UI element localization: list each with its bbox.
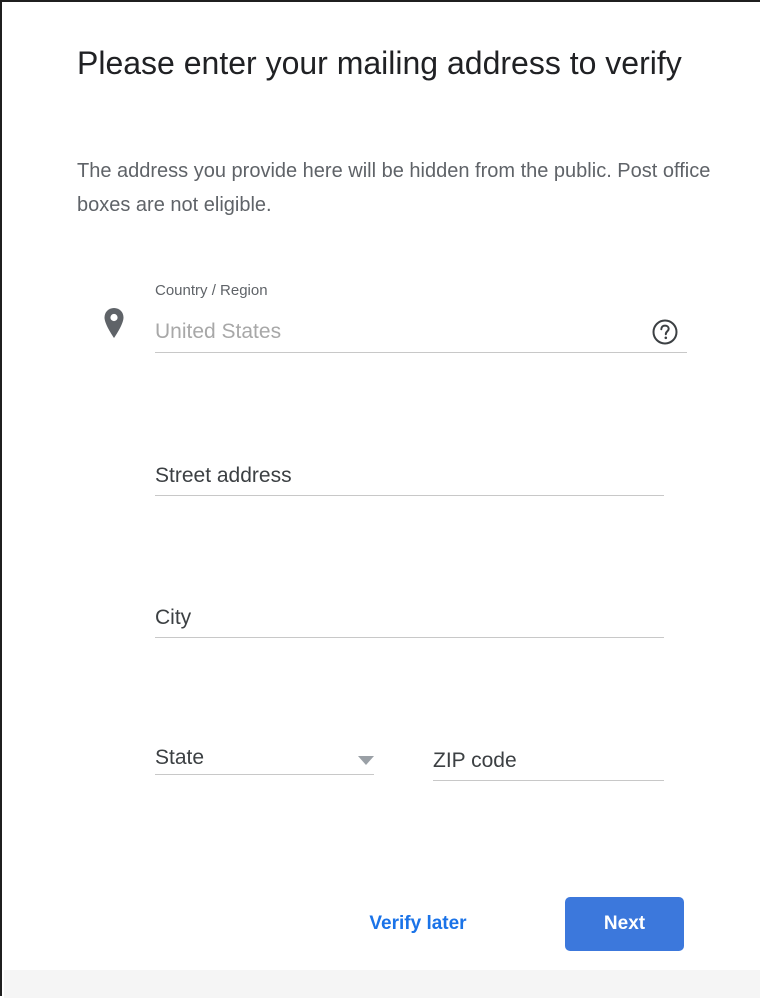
address-verification-card: Please enter your mailing address to ver… — [0, 0, 760, 998]
street-address-field — [155, 457, 664, 496]
page-subtitle: The address you provide here will be hid… — [77, 160, 711, 216]
state-dropdown[interactable]: State — [155, 741, 374, 775]
page-title: Please enter your mailing address to ver… — [77, 45, 682, 81]
country-region-label: Country / Region — [155, 282, 268, 299]
dialog-footer-strip — [4, 970, 760, 998]
verify-later-button[interactable]: Verify later — [347, 901, 489, 947]
country-region-value: United States — [155, 320, 282, 343]
country-region-field: United States — [155, 314, 687, 353]
chevron-down-icon — [358, 756, 374, 765]
street-address-input[interactable] — [155, 457, 664, 495]
state-dropdown-label: State — [155, 746, 205, 769]
zip-code-field — [433, 741, 664, 781]
next-button[interactable]: Next — [565, 897, 684, 951]
help-circle-icon[interactable] — [651, 318, 679, 346]
city-field — [155, 599, 664, 638]
location-pin-icon — [104, 308, 124, 338]
city-input[interactable] — [155, 599, 664, 637]
zip-code-input[interactable] — [433, 741, 664, 780]
